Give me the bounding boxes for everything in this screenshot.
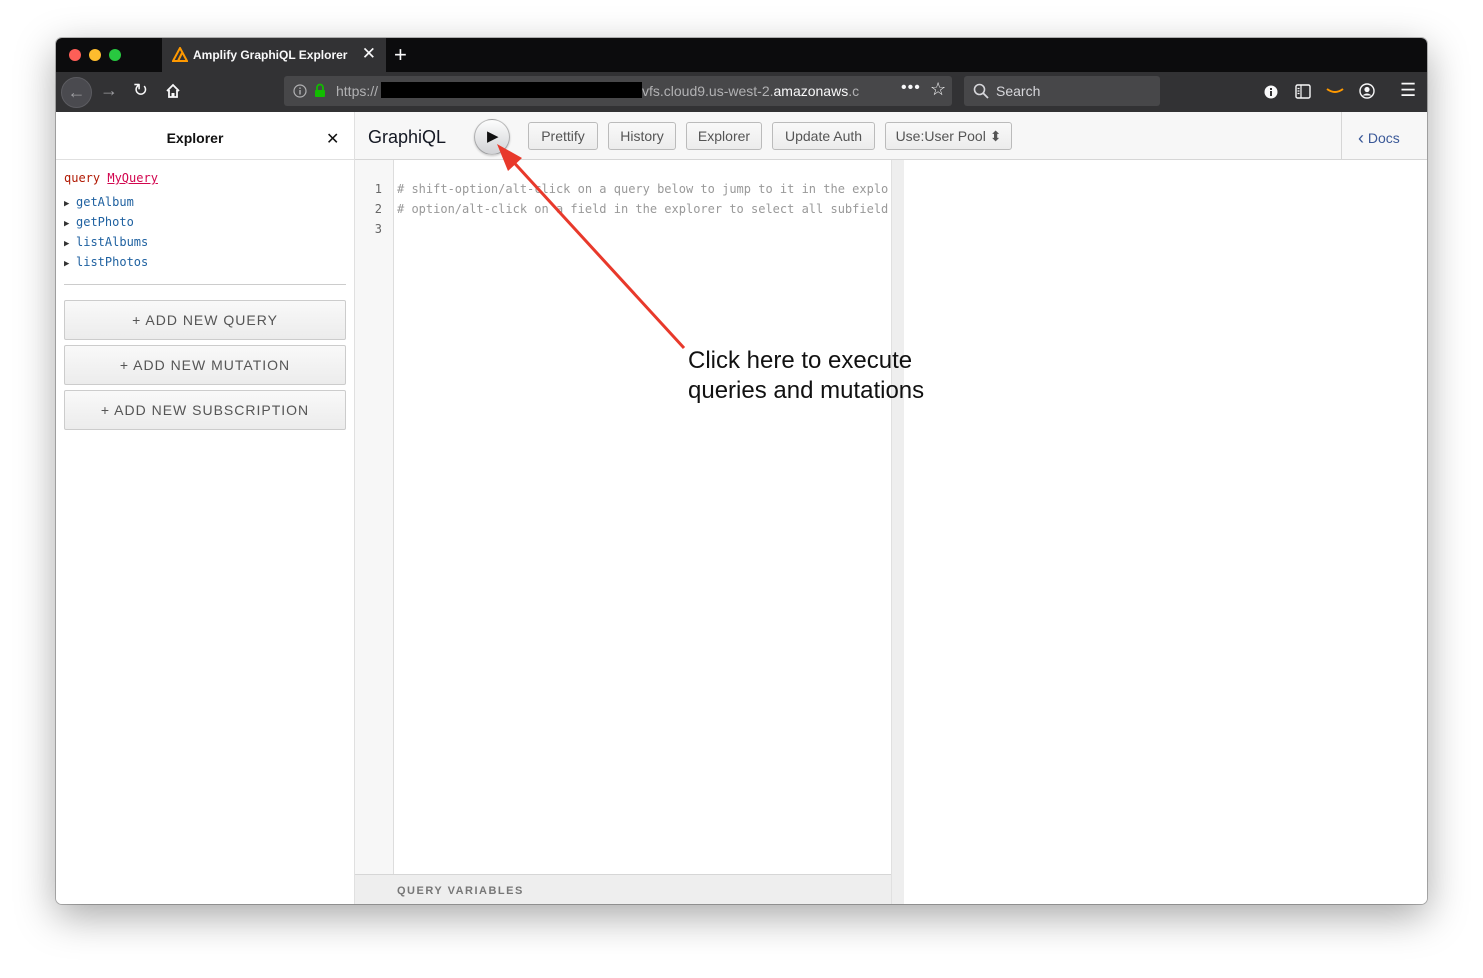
field-item-getalbum[interactable]: ▶ getAlbum bbox=[64, 195, 134, 209]
field-label: getPhoto bbox=[76, 215, 134, 229]
browser-window: Amplify GraphiQL Explorer ✕ + ← → ↻ http… bbox=[56, 38, 1427, 904]
search-placeholder: Search bbox=[996, 83, 1041, 99]
docs-toggle[interactable]: ‹ Docs bbox=[1341, 112, 1427, 159]
tab-amplify-graphiql[interactable]: Amplify GraphiQL Explorer ✕ bbox=[162, 38, 386, 72]
search-bar[interactable]: Search bbox=[964, 76, 1160, 106]
sidebar-toggle-icon[interactable] bbox=[1295, 84, 1311, 99]
amazon-extension-icon[interactable] bbox=[1326, 86, 1344, 96]
explorer-header: Explorer ✕ bbox=[56, 112, 354, 160]
add-new-subscription-button[interactable]: + ADD NEW SUBSCRIPTION bbox=[64, 390, 346, 430]
line-number: 2 bbox=[374, 202, 382, 216]
expand-triangle-icon[interactable]: ▶ bbox=[64, 199, 76, 209]
url-tail: .c bbox=[848, 83, 860, 99]
url-host-part: vfs.cloud9.us-west-2. bbox=[642, 83, 774, 99]
query-variables-bar[interactable]: QUERY VARIABLES bbox=[355, 874, 891, 904]
docs-label: Docs bbox=[1367, 130, 1400, 146]
field-label: listAlbums bbox=[76, 235, 149, 249]
nav-bar: ← → ↻ https:// vfs.cloud9.us-west-2.amaz… bbox=[56, 72, 1427, 113]
query-name[interactable]: MyQuery bbox=[107, 171, 158, 185]
play-icon: ▶ bbox=[487, 128, 499, 145]
field-label: getAlbum bbox=[76, 195, 134, 209]
explorer-toggle-button[interactable]: Explorer bbox=[686, 122, 762, 150]
prettify-button[interactable]: Prettify bbox=[528, 122, 598, 150]
page-actions-icon[interactable]: ••• bbox=[901, 79, 921, 97]
line-number: 1 bbox=[374, 182, 382, 196]
history-button[interactable]: History bbox=[608, 122, 676, 150]
home-icon[interactable] bbox=[165, 83, 181, 99]
tab-title: Amplify GraphiQL Explorer bbox=[193, 48, 348, 62]
search-icon bbox=[973, 83, 989, 99]
docs-link[interactable]: ‹ Docs bbox=[1358, 127, 1400, 148]
url-host-bold: amazonaws bbox=[773, 83, 849, 99]
result-pane bbox=[904, 160, 1427, 904]
add-new-query-button[interactable]: + ADD NEW QUERY bbox=[64, 300, 346, 340]
line-number: 3 bbox=[374, 222, 382, 236]
menu-hamburger-icon[interactable]: ☰ bbox=[1400, 80, 1416, 101]
query-editor[interactable]: 1 2 3 # shift-option/alt-click on a quer… bbox=[355, 160, 891, 875]
annotation-line-1: Click here to execute bbox=[688, 347, 913, 374]
extension-info-icon[interactable] bbox=[1264, 85, 1278, 99]
explorer-close-icon[interactable]: ✕ bbox=[326, 129, 339, 149]
url-bar[interactable]: https:// vfs.cloud9.us-west-2.amazonaws.… bbox=[284, 76, 952, 106]
query-keyword: query bbox=[64, 171, 101, 185]
line-number-gutter: 1 2 3 bbox=[355, 160, 394, 875]
zoom-window-button[interactable] bbox=[109, 49, 121, 61]
editor-resize-handle[interactable] bbox=[891, 160, 905, 904]
graphiql-title: GraphiQL bbox=[368, 127, 447, 147]
editor-line[interactable]: # shift-option/alt-click on a query belo… bbox=[397, 182, 889, 196]
expand-triangle-icon[interactable]: ▶ bbox=[64, 219, 76, 229]
amplify-logo-icon bbox=[172, 47, 188, 62]
add-new-mutation-button[interactable]: + ADD NEW MUTATION bbox=[64, 345, 346, 385]
query-variables-title: QUERY VARIABLES bbox=[397, 885, 524, 897]
forward-button[interactable]: → bbox=[100, 80, 118, 101]
url-host: vfs.cloud9.us-west-2.amazonaws.c bbox=[642, 83, 859, 99]
minimize-window-button[interactable] bbox=[89, 49, 101, 61]
explorer-divider bbox=[64, 284, 346, 285]
field-item-getphoto[interactable]: ▶ getPhoto bbox=[64, 215, 134, 229]
lock-icon bbox=[315, 83, 325, 97]
info-icon[interactable] bbox=[293, 84, 307, 98]
annotation-line-2: queries and mutations bbox=[688, 377, 925, 404]
explorer-panel: Explorer ✕ query MyQuery ▶ getAlbum ▶ getP… bbox=[56, 112, 355, 904]
field-label: listPhotos bbox=[76, 255, 149, 269]
update-auth-button[interactable]: Update Auth bbox=[772, 122, 875, 150]
execute-query-button[interactable]: ▶ bbox=[474, 119, 510, 155]
reload-button[interactable]: ↻ bbox=[133, 80, 148, 101]
tab-bar: Amplify GraphiQL Explorer ✕ + bbox=[56, 38, 1427, 72]
back-button[interactable]: ← bbox=[61, 77, 92, 108]
query-line[interactable]: query MyQuery bbox=[64, 171, 158, 185]
graphiql-toolbar: GraphiQL ▶ Prettify History Explorer Upd… bbox=[355, 112, 1427, 160]
field-item-listalbums[interactable]: ▶ listAlbums bbox=[64, 235, 148, 249]
new-tab-button[interactable]: + bbox=[394, 42, 407, 68]
annotation-callout: Click here to execute queries and mutati… bbox=[688, 346, 924, 406]
editor-line[interactable]: # option/alt-click on a field in the exp… bbox=[397, 202, 889, 216]
tab-close-icon[interactable]: ✕ bbox=[362, 44, 376, 64]
chevron-left-icon: ‹ bbox=[1358, 128, 1364, 148]
close-window-button[interactable] bbox=[69, 49, 81, 61]
auth-mode-select[interactable]: Use:User Pool ⬍ bbox=[885, 122, 1012, 150]
explorer-title: Explorer bbox=[166, 130, 224, 146]
field-item-listphotos[interactable]: ▶ listPhotos bbox=[64, 255, 148, 269]
expand-triangle-icon[interactable]: ▶ bbox=[64, 239, 76, 249]
url-redacted-segment bbox=[381, 82, 642, 98]
account-icon[interactable] bbox=[1359, 83, 1375, 99]
expand-triangle-icon[interactable]: ▶ bbox=[64, 259, 76, 269]
url-prefix: https:// bbox=[336, 83, 379, 99]
bookmark-star-icon[interactable]: ☆ bbox=[930, 79, 946, 100]
